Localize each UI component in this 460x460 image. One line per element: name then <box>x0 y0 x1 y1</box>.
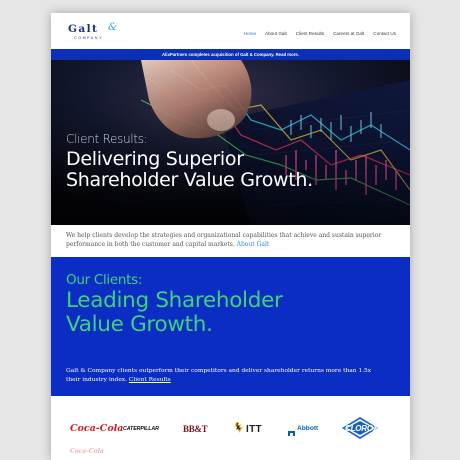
abbott-logo: Abbott <box>287 423 318 442</box>
logo-wordmark: Galt <box>68 23 99 35</box>
announcement-bar[interactable]: AlixPartners completes acquisition of Ga… <box>51 49 410 60</box>
coca-cola-logo-secondary: Coca-Cola <box>70 448 104 455</box>
bbt-logo: BB&T <box>183 424 208 434</box>
itt-mark-icon <box>235 422 243 433</box>
hero-title: Delivering Superior Shareholder Value Gr… <box>66 148 313 191</box>
hero-kicker: Client Results: <box>66 132 148 146</box>
galt-logo[interactable]: Galt & COMPANY <box>68 22 117 40</box>
nav-about-galt[interactable]: About Galt <box>265 31 287 36</box>
abbott-mark-icon <box>288 431 295 436</box>
abbott-wordmark: Abbott <box>297 425 319 432</box>
clorox-logo: CLOROX <box>341 416 379 444</box>
coca-cola-logo: Coca-Cola <box>70 423 124 434</box>
nav-careers[interactable]: Careers at Galt <box>333 31 364 36</box>
site-header: Galt & COMPANY Home About Galt Client Re… <box>51 13 410 49</box>
client-results-link[interactable]: Client Results <box>129 377 171 383</box>
main-nav: Home About Galt Client Results Careers a… <box>244 31 396 36</box>
clients-section: Our Clients: Leading Shareholder Value G… <box>51 257 410 396</box>
clients-paragraph: Galt & Company clients outperform their … <box>66 367 386 385</box>
clients-kicker: Our Clients: <box>66 272 143 288</box>
clorox-wordmark: CLOROX <box>345 424 379 433</box>
intro-text: We help clients develop the strategies a… <box>66 232 382 248</box>
nav-client-results[interactable]: Client Results <box>296 31 324 36</box>
hero-banner: Client Results: Delivering Superior Shar… <box>51 60 410 225</box>
clients-title: Leading Shareholder Value Growth. <box>66 288 283 337</box>
announcement-text[interactable]: AlixPartners completes acquisition of Ga… <box>162 52 299 57</box>
intro-paragraph: We help clients develop the strategies a… <box>66 231 396 249</box>
itt-logo: ITT <box>234 420 262 439</box>
clients-text: Galt & Company clients outperform their … <box>66 368 372 383</box>
logo-ampersand: & <box>108 22 117 33</box>
logo-subtitle: COMPANY <box>74 36 104 40</box>
website-page: Galt & COMPANY Home About Galt Client Re… <box>51 13 410 460</box>
caterpillar-logo: CATERPILLAR <box>123 426 159 432</box>
nav-home[interactable]: Home <box>244 31 256 36</box>
client-logos-strip: Coca-Cola CATERPILLAR BB&T ITT Abbott CL… <box>51 396 410 460</box>
nav-contact[interactable]: Contact Us <box>373 31 396 36</box>
itt-wordmark: ITT <box>246 424 262 435</box>
about-galt-link[interactable]: About Galt <box>237 241 270 248</box>
